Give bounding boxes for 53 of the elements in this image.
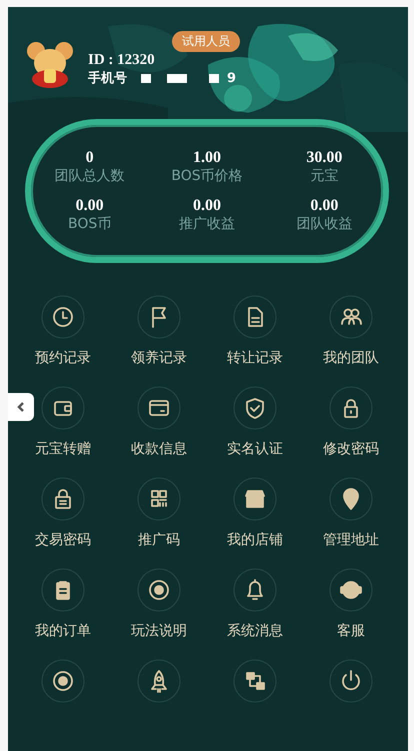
stat-label: 团队总人数 xyxy=(54,167,125,185)
lock-icon[interactable] xyxy=(329,386,373,430)
user-id: ID : 12320 xyxy=(88,52,155,69)
menu-label[interactable]: 系统消息 xyxy=(227,622,283,640)
menu-label[interactable]: 玩法说明 xyxy=(131,622,187,640)
menu-label[interactable]: 交易密码 xyxy=(35,531,91,549)
menu-label[interactable]: 转让记录 xyxy=(227,349,283,367)
menu-label[interactable]: 实名认证 xyxy=(227,440,283,458)
stat-label: 元宝 xyxy=(310,167,338,185)
menu-label[interactable]: 我的店铺 xyxy=(227,531,283,549)
menu-label[interactable]: 修改密码 xyxy=(323,440,379,458)
phone-digit: 9 xyxy=(227,70,236,86)
shield-icon[interactable] xyxy=(233,386,277,430)
stat-value: 0 xyxy=(86,149,94,167)
chevron-left-icon xyxy=(16,401,26,413)
stat-label: 推广收益 xyxy=(178,215,235,233)
menu-label[interactable]: 预约记录 xyxy=(35,349,91,367)
stat-label: 团队收益 xyxy=(296,215,352,233)
users-icon[interactable] xyxy=(329,295,373,339)
stat-value: 0.00 xyxy=(76,197,104,215)
menu-label[interactable]: 收款信息 xyxy=(131,440,187,458)
bell-icon[interactable] xyxy=(233,568,277,612)
lock-icon[interactable] xyxy=(41,477,85,521)
wallet-icon[interactable] xyxy=(41,386,85,430)
target-icon[interactable] xyxy=(137,568,181,612)
menu-label[interactable]: 我的订单 xyxy=(35,622,91,640)
stat-label: BOS币价格 xyxy=(171,167,243,185)
menu-label[interactable]: 元宝转赠 xyxy=(35,440,91,458)
role-badge: 试用人员 xyxy=(172,31,240,52)
flowchart-icon[interactable] xyxy=(233,659,277,703)
stat-label: BOS币 xyxy=(68,215,112,233)
menu-label[interactable]: 我的团队 xyxy=(323,349,379,367)
flag-icon[interactable] xyxy=(137,295,181,339)
location-pin-icon[interactable] xyxy=(329,477,373,521)
stat-value: 0.00 xyxy=(192,197,221,215)
stat-value: 0.00 xyxy=(310,197,338,215)
phone-label: 手机号 xyxy=(88,70,127,87)
stat-value: 30.00 xyxy=(306,149,342,167)
power-icon[interactable] xyxy=(329,659,373,703)
menu-label[interactable]: 领养记录 xyxy=(131,349,187,367)
stat-value: 1.00 xyxy=(192,149,221,167)
menu-label[interactable]: 客服 xyxy=(337,622,365,640)
clipboard-icon[interactable] xyxy=(41,568,85,612)
shop-icon[interactable] xyxy=(233,477,277,521)
clock-icon[interactable] xyxy=(41,295,85,339)
qr-code-icon[interactable] xyxy=(137,477,181,521)
menu-label[interactable]: 推广码 xyxy=(138,531,180,549)
collapse-tab[interactable] xyxy=(8,393,34,421)
document-icon[interactable] xyxy=(233,295,277,339)
card-icon[interactable] xyxy=(137,386,181,430)
target-icon[interactable] xyxy=(41,659,85,703)
rocket-icon[interactable] xyxy=(137,659,181,703)
menu-label[interactable]: 管理地址 xyxy=(323,531,379,549)
